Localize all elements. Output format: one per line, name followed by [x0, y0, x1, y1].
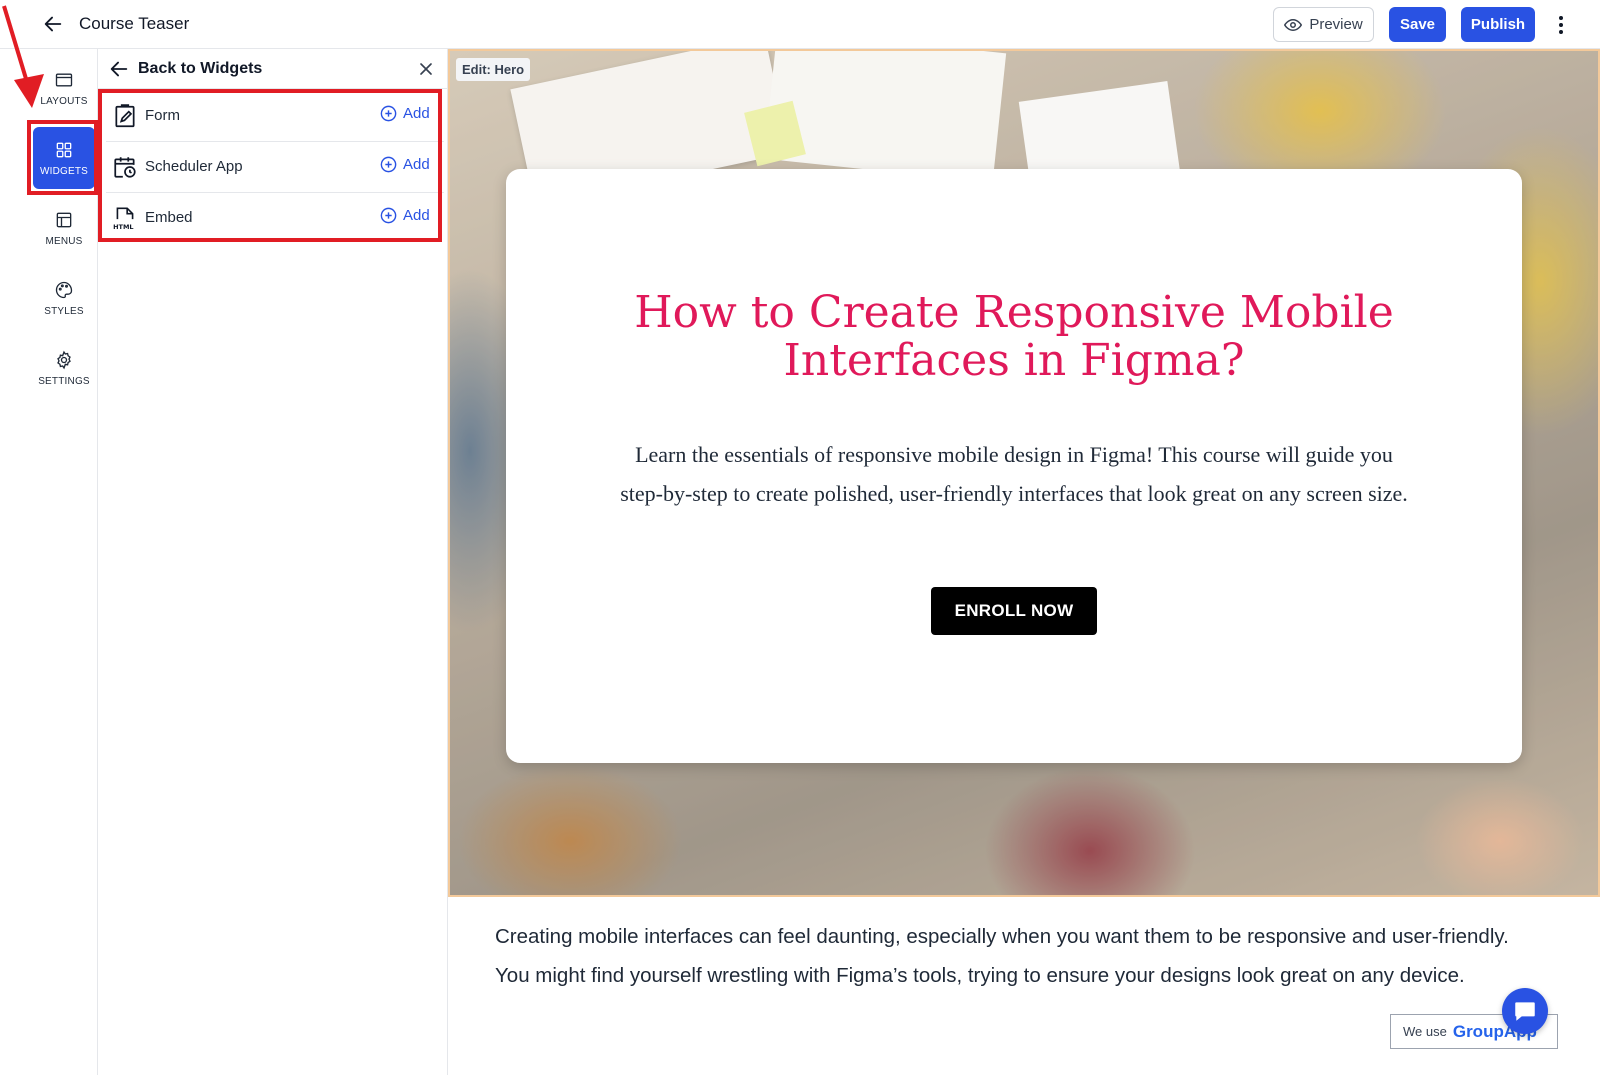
edit-section-tag[interactable]: Edit: Hero — [456, 58, 531, 81]
add-label: Add — [403, 105, 430, 122]
widgets-panel: Back to Widgets Form Add Scheduler App A… — [98, 49, 448, 1075]
hero-description: Learn the essentials of responsive mobil… — [620, 442, 1408, 506]
publish-button[interactable]: Publish — [1461, 7, 1535, 42]
widget-label: Embed — [145, 209, 193, 226]
top-bar: Course Teaser Preview Save Publish — [0, 0, 1600, 49]
widget-label: Form — [145, 107, 180, 124]
rail-label-menus: MENUS — [45, 235, 83, 247]
plus-circle-icon — [380, 156, 397, 173]
page-canvas: Edit: Hero How to Create Responsive Mobi… — [448, 49, 1600, 1075]
rail-item-widgets[interactable]: WIDGETS — [33, 127, 95, 189]
widget-row-scheduler: Scheduler App Add — [106, 142, 444, 193]
form-icon — [115, 104, 135, 128]
rail-item-menus[interactable]: MENUS — [33, 197, 95, 259]
add-label: Add — [403, 207, 430, 224]
html-file-icon: HTML — [113, 207, 134, 231]
widget-row-embed: HTML Embed Add — [106, 193, 444, 244]
cookie-prefix: We use — [1403, 1024, 1447, 1039]
menu-layout-icon — [56, 212, 72, 227]
calendar-clock-icon — [114, 157, 136, 178]
preview-button[interactable]: Preview — [1273, 7, 1374, 42]
eye-icon — [1284, 18, 1303, 31]
page-title: Course Teaser — [79, 14, 190, 33]
panel-header: Back to Widgets — [98, 49, 448, 89]
back-arrow-icon[interactable] — [108, 58, 130, 80]
add-form-button[interactable]: Add — [379, 104, 430, 123]
preview-label: Preview — [1309, 16, 1363, 33]
rail-label-widgets: WIDGETS — [39, 165, 89, 177]
rail-item-layouts[interactable]: LAYOUTS — [33, 57, 95, 119]
save-button[interactable]: Save — [1389, 7, 1446, 42]
rail-label-settings: SETTINGS — [38, 375, 90, 387]
svg-text:HTML: HTML — [113, 223, 133, 231]
rail-item-settings[interactable]: SETTINGS — [33, 337, 95, 399]
layout-icon — [55, 73, 73, 86]
chat-icon — [1515, 1002, 1535, 1021]
hero-card: How to Create Responsive Mobile Interfac… — [506, 169, 1522, 763]
back-arrow-icon[interactable] — [42, 13, 64, 35]
add-label: Add — [403, 156, 430, 173]
widget-label: Scheduler App — [145, 158, 243, 175]
rail-label-layouts: LAYOUTS — [40, 95, 88, 107]
close-icon[interactable] — [416, 59, 436, 79]
more-options-icon[interactable] — [1551, 12, 1571, 38]
gear-icon — [57, 350, 71, 369]
plus-circle-icon — [380, 105, 397, 122]
widget-row-form: Form Add — [106, 91, 444, 142]
grid-icon — [56, 142, 72, 157]
plus-circle-icon — [380, 207, 397, 224]
hero-section[interactable]: Edit: Hero How to Create Responsive Mobi… — [448, 49, 1600, 897]
rail-item-styles[interactable]: STYLES — [33, 267, 95, 329]
intro-paragraph: Creating mobile interfaces can feel daun… — [495, 925, 1509, 987]
hero-title: How to Create Responsive Mobile Interfac… — [634, 287, 1394, 386]
add-embed-button[interactable]: Add — [379, 206, 430, 225]
rail-label-styles: STYLES — [44, 305, 84, 317]
chat-button[interactable] — [1502, 988, 1548, 1034]
back-to-widgets-link[interactable]: Back to Widgets — [138, 60, 262, 78]
left-rail: LAYOUTS WIDGETS MENUS STYLES SETTINGS — [0, 49, 98, 1075]
enroll-now-button[interactable]: ENROLL NOW — [931, 587, 1097, 635]
add-scheduler-button[interactable]: Add — [379, 155, 430, 174]
palette-icon — [55, 281, 73, 298]
